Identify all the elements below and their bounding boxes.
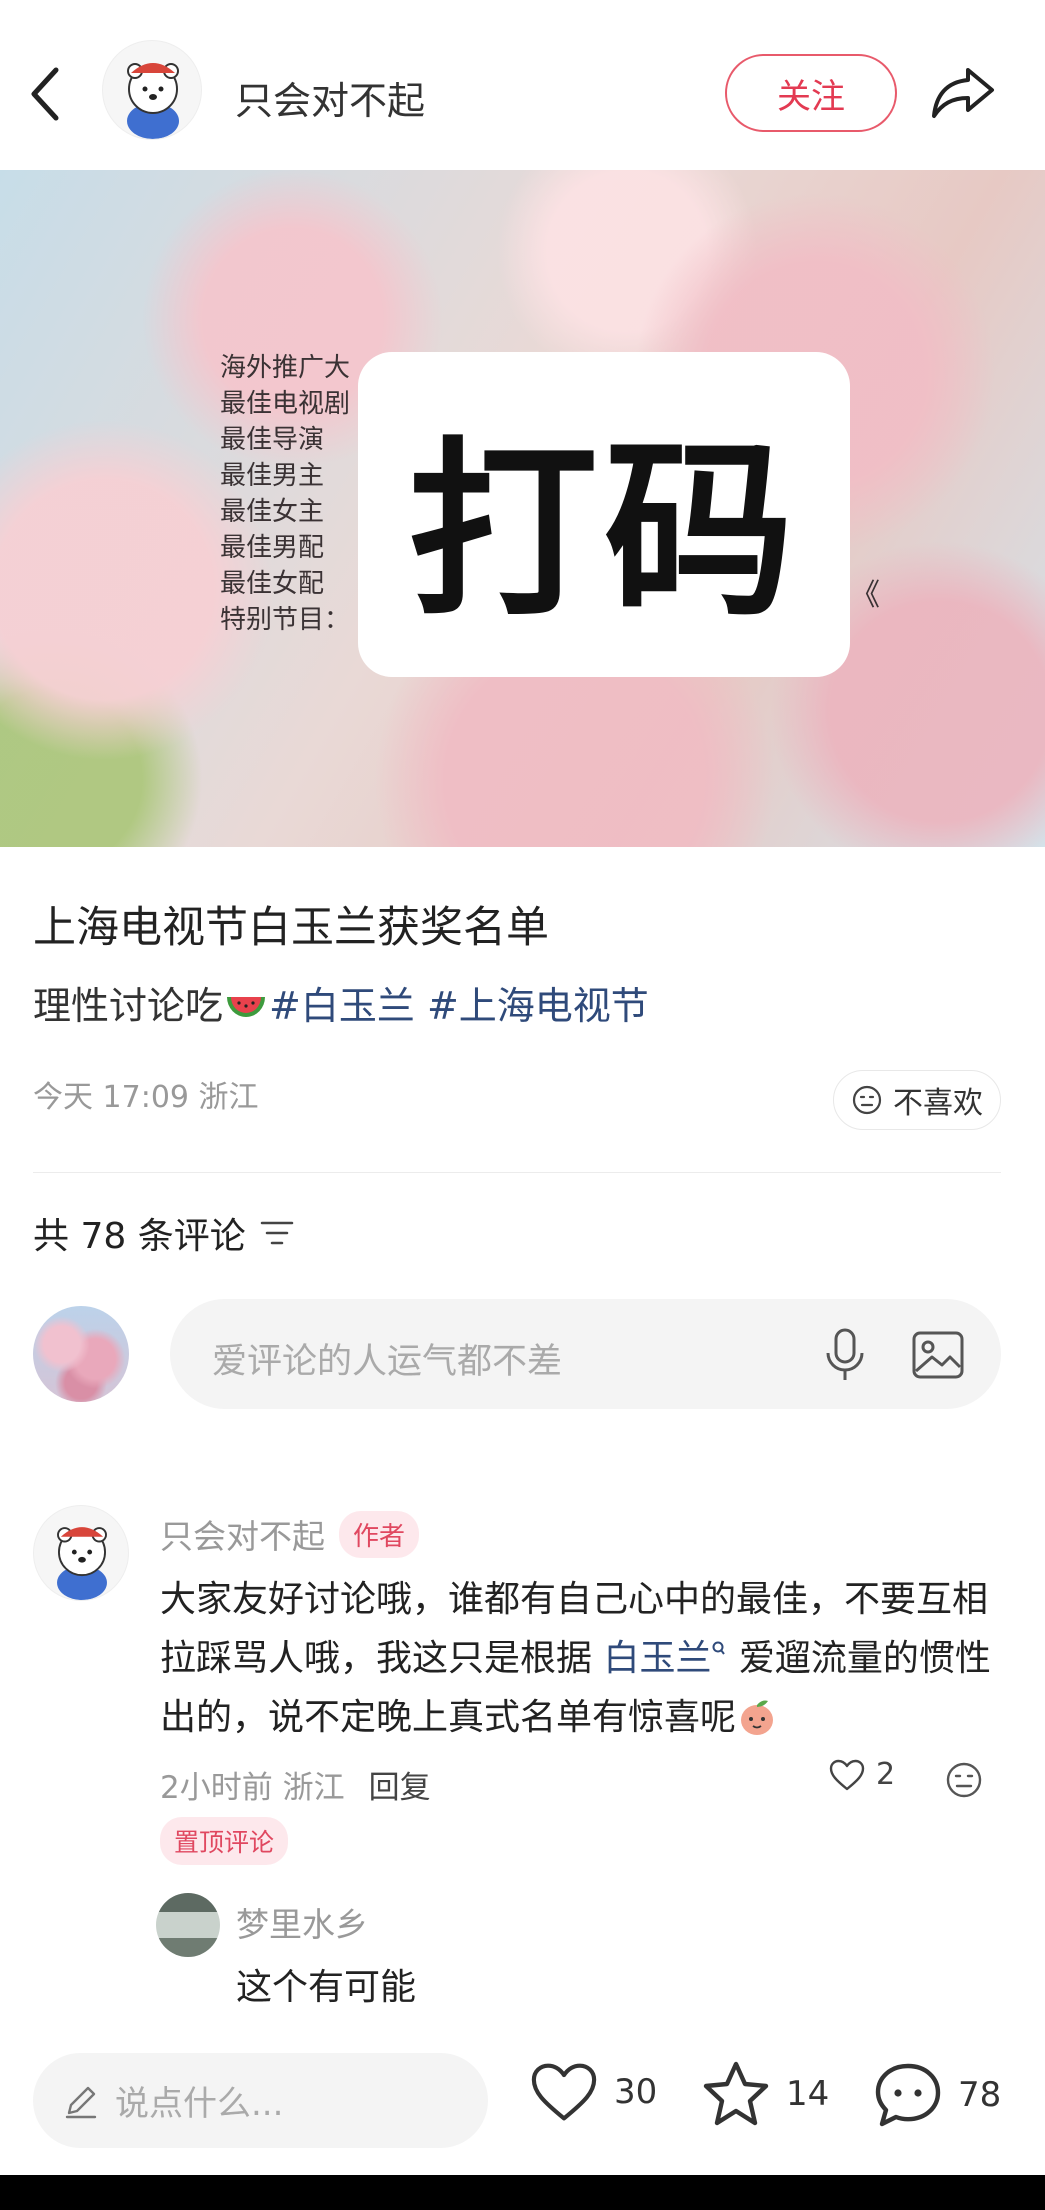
censor-mask: 打码 [358, 352, 850, 677]
post-desc-text: 理性讨论吃 [33, 984, 224, 1028]
pinned-badge: 置顶评论 [160, 1817, 289, 1865]
hero-line: 海外推广大 [220, 353, 351, 383]
divider [33, 1172, 1001, 1173]
hero-line: 最佳导演 [220, 425, 325, 455]
share-icon[interactable] [930, 62, 996, 122]
follow-button[interactable]: 关注 [725, 54, 897, 132]
star-icon [703, 2061, 769, 2126]
hero-line: 最佳电视剧 [220, 389, 351, 419]
like-count: 30 [614, 2072, 658, 2112]
top-bar: 只会对不起 关注 [0, 0, 1045, 170]
reply-text: 这个有可能 [236, 1967, 417, 2008]
author-badge: 作者 [339, 1510, 420, 1558]
back-arrow-icon[interactable] [26, 64, 66, 124]
author-name[interactable]: 只会对不起 [235, 70, 425, 125]
pencil-icon [65, 2086, 97, 2118]
post-title: 上海电视节白玉兰获奖名单 [33, 903, 549, 953]
comment-count: 共 78 条评论 [33, 1207, 294, 1259]
hero-text-lines: 海外推广大 最佳电视剧 最佳导演 最佳男主 最佳女主 最佳男配 最佳女配 特别节… [220, 350, 350, 638]
post-detail-page: 只会对不起 关注 海外推广大 最佳电视剧 最佳导演 最佳男主 最佳女主 最佳男配… [0, 0, 1045, 2175]
peach-emoji-icon [741, 1700, 774, 1735]
author-avatar[interactable] [102, 40, 202, 140]
like-button[interactable]: 30 [528, 2060, 657, 2124]
reply-avatar[interactable] [156, 1893, 220, 1957]
neutral-face-icon [852, 1085, 882, 1115]
comment-meta: 2小时前 浙江 回复 [160, 1762, 431, 1807]
comment-count-bottom: 78 [958, 2075, 1002, 2115]
comment-bubble-icon [875, 2063, 941, 2127]
hero-line: 最佳男配 [220, 533, 325, 563]
commenter-name-row: 只会对不起 作者 [160, 1510, 420, 1558]
heart-icon [531, 2063, 597, 2121]
collect-count: 14 [786, 2074, 830, 2114]
comment-like-button[interactable]: 2 [828, 1757, 895, 1792]
commenter-name[interactable]: 只会对不起 [160, 1510, 325, 1558]
reaction-face-icon[interactable] [944, 1760, 984, 1800]
microphone-icon[interactable] [820, 1327, 870, 1383]
dislike-label: 不喜欢 [893, 1086, 983, 1121]
dislike-button[interactable]: 不喜欢 [833, 1070, 1001, 1130]
bear-avatar-icon [57, 1527, 107, 1600]
my-avatar [33, 1306, 129, 1402]
image-upload-icon[interactable] [910, 1327, 966, 1383]
reply-button[interactable]: 回复 [369, 1762, 431, 1807]
say-something-input[interactable]: 说点什么... [33, 2053, 488, 2148]
post-description: 理性讨论吃 #白玉兰 #上海电视节 [33, 975, 649, 1030]
hashtag-link[interactable]: #上海电视节 [427, 984, 649, 1028]
collect-button[interactable]: 14 [700, 2060, 829, 2128]
search-small-icon [712, 1641, 726, 1655]
heart-icon [829, 1759, 865, 1790]
comment-text: 大家友好讨论哦，谁都有自己心中的最佳，不要互相拉踩骂人哦，我这只是根据 白玉兰 … [160, 1570, 1000, 1747]
comment-keyword-link[interactable]: 白玉兰 [603, 1638, 711, 1679]
comment-count-label: 共 78 条评论 [33, 1216, 246, 1257]
hero-line: 最佳女配 [220, 569, 325, 599]
comment-button[interactable]: 78 [872, 2060, 1001, 2130]
comment-input[interactable]: 爱评论的人运气都不差 [170, 1299, 1001, 1409]
bottom-action-bar: 说点什么... 30 14 78 [0, 2040, 1045, 2160]
post-image[interactable]: 海外推广大 最佳电视剧 最佳导演 最佳男主 最佳女主 最佳男配 最佳女配 特别节… [0, 170, 1045, 847]
hero-line: 特别节目： [220, 605, 351, 635]
commenter-avatar[interactable] [33, 1505, 129, 1601]
hashtag-link[interactable]: #白玉兰 [269, 984, 415, 1028]
reply-name[interactable]: 梦里水乡 [236, 1898, 368, 1946]
bear-avatar-icon [127, 63, 179, 139]
comment-like-count: 2 [876, 1757, 896, 1792]
post-meta: 今天 17:09 浙江 [33, 1080, 259, 1115]
hero-bracket-mark: 《 [850, 578, 880, 613]
comment-time-location: 2小时前 浙江 [160, 1770, 345, 1806]
hero-line: 最佳女主 [220, 497, 325, 527]
sort-icon[interactable] [260, 1219, 294, 1247]
comment-input-placeholder: 爱评论的人运气都不差 [212, 1342, 563, 1382]
hero-line: 最佳男主 [220, 461, 325, 491]
watermelon-emoji-icon [227, 997, 266, 1017]
say-something-placeholder: 说点什么... [115, 2084, 284, 2124]
